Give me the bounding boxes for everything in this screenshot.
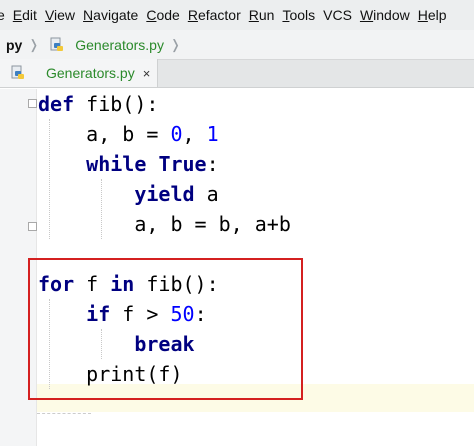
menu-item[interactable]: Help — [414, 7, 451, 23]
menu-label: indow — [373, 7, 410, 23]
code-line[interactable]: a, b = b, a+b — [38, 209, 291, 239]
keyword-token: def — [38, 92, 75, 116]
menu-mnemonic: R — [248, 7, 259, 23]
code-token: , — [182, 122, 207, 146]
code-token: a, b = — [38, 122, 171, 146]
python-file-icon — [10, 65, 26, 81]
number-token: 1 — [206, 122, 219, 146]
python-file-icon — [49, 37, 65, 53]
breadcrumb-file[interactable]: Generators.py — [75, 37, 164, 53]
menu-label: elp — [427, 7, 447, 23]
menu-mnemonic: V — [44, 7, 55, 23]
menu-item[interactable]: Navigate — [79, 7, 142, 23]
code-line[interactable]: yield a — [38, 179, 219, 209]
fold-marker-icon[interactable] — [28, 222, 37, 231]
editor-tab-bar: Generators.py × — [0, 59, 474, 88]
menu-item[interactable]: Window — [356, 7, 414, 23]
keyword-token: while — [86, 152, 147, 176]
menu-mnemonic: N — [83, 7, 94, 23]
menu-label: VCS — [323, 7, 352, 23]
menu-bar: e Edit View Navigate Code Refactor Run Tools VCS… — [0, 0, 474, 30]
code-line[interactable]: def fib(): — [38, 89, 158, 119]
breadcrumb-project[interactable]: py — [6, 37, 22, 53]
right-margin-dash — [37, 413, 91, 414]
menu-item[interactable]: Run — [245, 7, 279, 23]
menu-label: un — [258, 7, 275, 23]
code-line[interactable]: a, b = 0, 1 — [38, 119, 219, 149]
code-token: a — [194, 182, 219, 206]
menu-mnemonic: C — [146, 7, 157, 23]
code-token: fib(): — [74, 92, 159, 116]
code-token: a, b = b, a+b — [38, 212, 291, 236]
menu-item[interactable]: e — [0, 7, 9, 23]
code-line[interactable]: while True: — [38, 149, 219, 179]
keyword-token: True — [158, 152, 207, 176]
number-token: 0 — [170, 122, 183, 146]
code-editor[interactable]: def fib(): a, b = 0, 1 while True: yield… — [0, 89, 474, 446]
tab-generators[interactable]: Generators.py × — [0, 59, 158, 87]
highlight-box — [28, 258, 303, 400]
menu-label: e — [0, 7, 5, 23]
menu-item[interactable]: Edit — [9, 7, 41, 23]
menu-item[interactable]: Tools — [278, 7, 319, 23]
close-icon[interactable]: × — [143, 66, 151, 81]
menu-label: ode — [156, 7, 180, 23]
menu-item[interactable]: Refactor — [184, 7, 245, 23]
tab-label: Generators.py — [46, 65, 135, 81]
keyword-token: yield — [134, 182, 195, 206]
menu-label: avigate — [93, 7, 139, 23]
menu-item[interactable]: Code — [142, 7, 183, 23]
menu-label: iew — [54, 7, 76, 23]
menu-item[interactable]: VCS — [319, 7, 356, 23]
fold-marker-icon[interactable] — [28, 99, 37, 108]
menu-label: efactor — [197, 7, 241, 23]
menu-mnemonic: R — [187, 7, 198, 23]
menu-label: dit — [22, 7, 37, 23]
menu-mnemonic: E — [12, 7, 23, 23]
menu-label: ools — [289, 7, 316, 23]
chevron-right-icon: ❭ — [28, 36, 40, 52]
menu-mnemonic: W — [359, 7, 374, 23]
menu-mnemonic: H — [417, 7, 428, 23]
chevron-right-icon: ❭ — [169, 36, 181, 52]
menu-item[interactable]: View — [41, 7, 79, 23]
navigation-bar: py ❭ Generators.py ❭ — [0, 30, 474, 60]
code-token: : — [206, 152, 219, 176]
